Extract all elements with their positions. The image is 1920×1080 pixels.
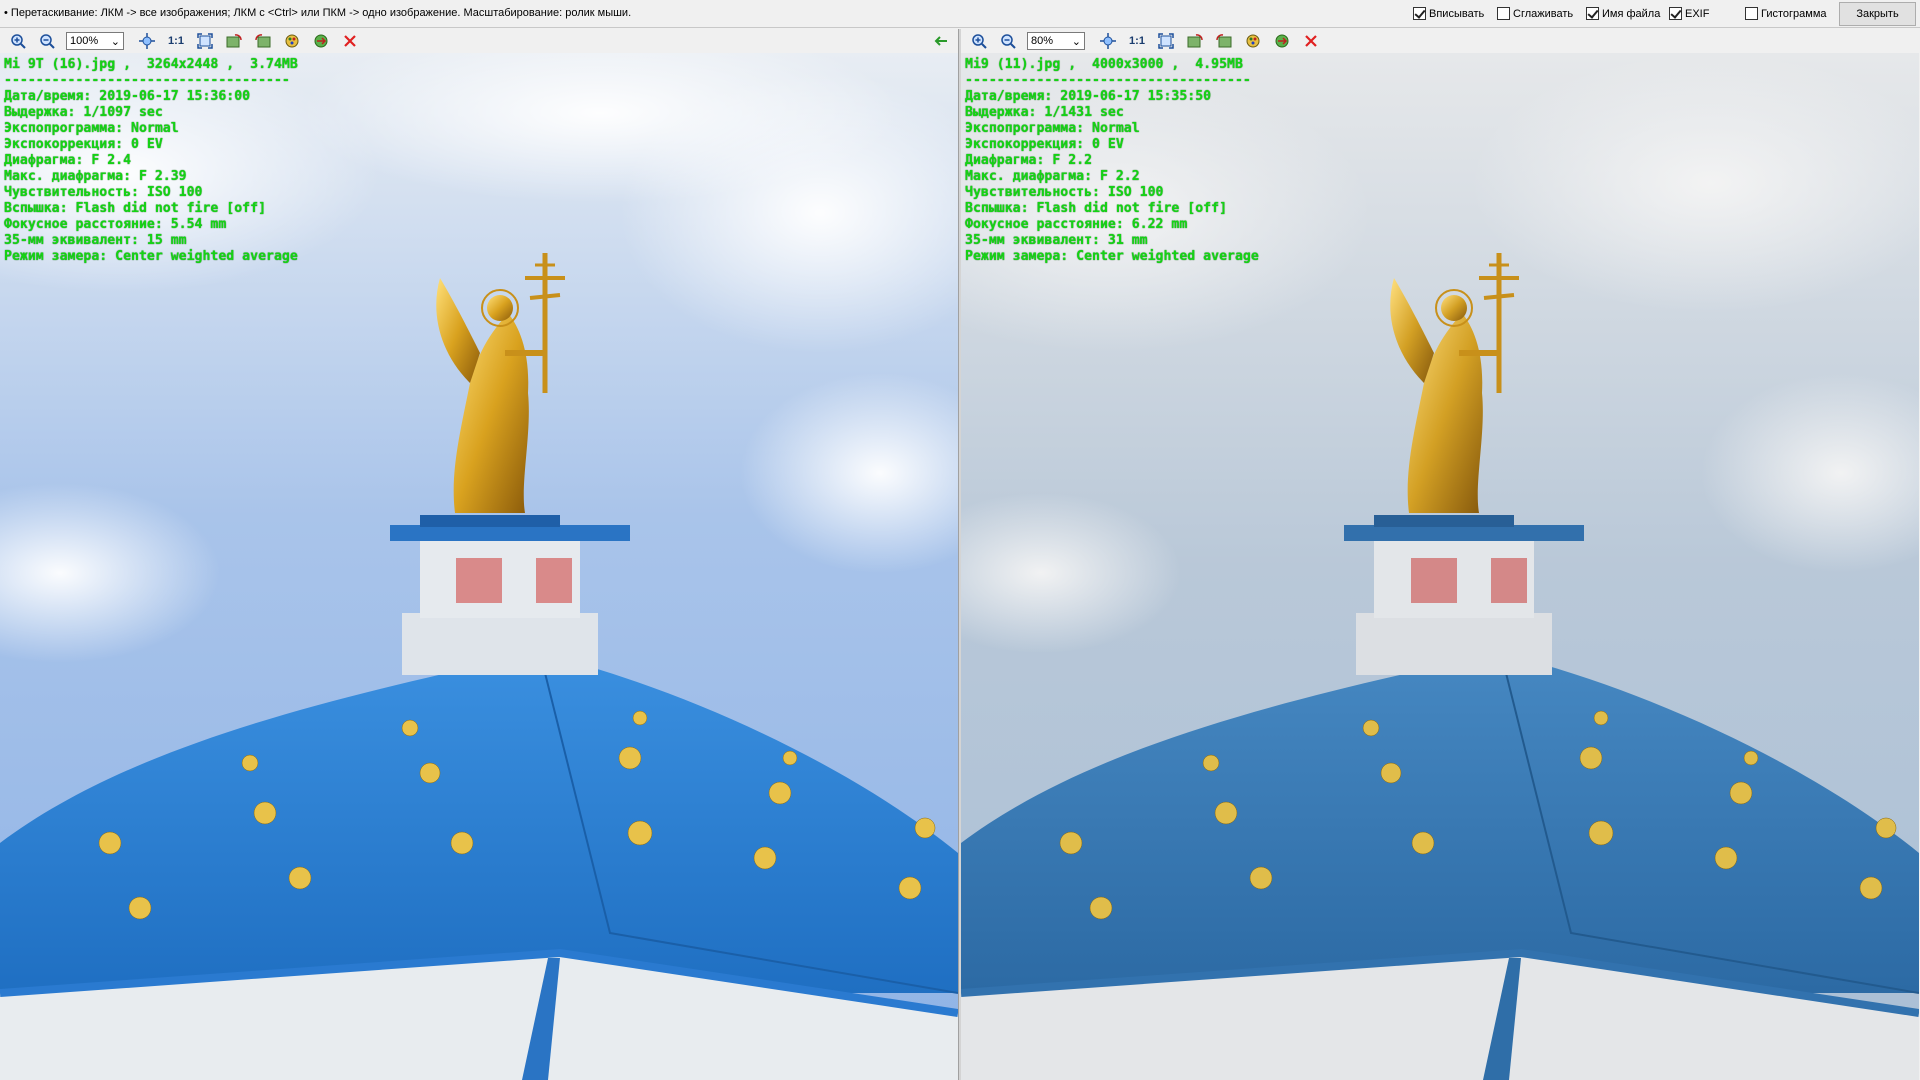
- zoom-value: 80%: [1031, 35, 1054, 47]
- exif-line: Диафрагма: F 2.4: [4, 153, 132, 168]
- fit-checkbox[interactable]: Вписывать: [1413, 7, 1484, 20]
- left-image-panel: 100% ⌄ 1:1 Mi 9T (16).jpg , 3264x2448 , …: [0, 29, 958, 1080]
- one-to-one-icon[interactable]: 1:1: [1125, 31, 1149, 51]
- close-button[interactable]: Закрыть: [1839, 2, 1916, 26]
- smooth-checkbox[interactable]: Сглаживать: [1497, 7, 1573, 20]
- exif-line: Чувствительность: ISO 100: [4, 185, 203, 200]
- close-x-icon[interactable]: [1299, 31, 1323, 51]
- exif-line: Диафрагма: F 2.2: [965, 153, 1093, 168]
- exif-line: 35-мм эквивалент: 31 mm: [965, 233, 1148, 248]
- palette-icon[interactable]: [1241, 31, 1265, 51]
- file-line: Mi9 (11).jpg , 4000x3000 , 4.95MB: [965, 57, 1243, 72]
- zoom-select[interactable]: 80% ⌄: [1027, 32, 1085, 50]
- exif-checkbox-label: EXIF: [1685, 7, 1710, 20]
- smooth-checkbox-label: Сглаживать: [1513, 7, 1574, 20]
- histogram-checkbox[interactable]: Гистограмма: [1745, 7, 1827, 20]
- exif-checkbox-box[interactable]: [1669, 7, 1682, 20]
- close-x-icon[interactable]: [338, 31, 362, 51]
- exif-line: Вспышка: Flash did not fire [off]: [965, 201, 1228, 216]
- exif-separator: ------------------------------------: [4, 73, 290, 88]
- chevron-down-icon: ⌄: [1071, 35, 1081, 48]
- filename-checkbox-label: Имя файла: [1602, 7, 1661, 20]
- file-line: Mi 9T (16).jpg , 3264x2448 , 3.74MB: [4, 57, 298, 72]
- image-compare-window: • Перетаскивание: ЛКМ -> все изображения…: [0, 0, 1920, 1080]
- exif-line: Экспопрограмма: Normal: [4, 121, 179, 136]
- rotate-left-icon[interactable]: [1183, 31, 1207, 51]
- exif-line: Выдержка: 1/1431 sec: [965, 105, 1124, 120]
- exif-line: 35-мм эквивалент: 15 mm: [4, 233, 187, 248]
- exif-line: Экспокоррекция: 0 EV: [965, 137, 1124, 152]
- exif-line: Макс. диафрагма: F 2.2: [965, 169, 1140, 184]
- right-image-panel: 80% ⌄ 1:1 Mi9 (11).jpg , 4000x3000 , 4.9…: [961, 29, 1919, 1080]
- fullscreen-icon[interactable]: [193, 31, 217, 51]
- zoom-in-icon[interactable]: [967, 31, 991, 51]
- one-to-one-icon[interactable]: 1:1: [164, 31, 188, 51]
- exif-separator: ------------------------------------: [965, 73, 1251, 88]
- chevron-down-icon: ⌄: [110, 35, 120, 48]
- exif-line: Дата/время: 2019-06-17 15:36:00: [4, 89, 251, 104]
- fit-checkbox-box[interactable]: [1413, 7, 1426, 20]
- top-bar: • Перетаскивание: ЛКМ -> все изображения…: [0, 0, 1920, 28]
- refresh-icon[interactable]: [1270, 31, 1294, 51]
- fit-checkbox-label: Вписывать: [1429, 7, 1485, 20]
- zoom-in-icon[interactable]: [6, 31, 30, 51]
- fit-icon[interactable]: [135, 31, 159, 51]
- exif-checkbox[interactable]: EXIF: [1669, 7, 1709, 20]
- usage-hint: • Перетаскивание: ЛКМ -> все изображения…: [4, 7, 632, 19]
- left-exif-overlay: Mi 9T (16).jpg , 3264x2448 , 3.74MB -----…: [4, 57, 298, 265]
- back-arrow-icon[interactable]: [930, 31, 952, 51]
- left-toolbar: 100% ⌄ 1:1: [0, 29, 958, 53]
- rotate-left-icon[interactable]: [222, 31, 246, 51]
- filename-checkbox[interactable]: Имя файла: [1586, 7, 1660, 20]
- exif-line: Макс. диафрагма: F 2.39: [4, 169, 187, 184]
- refresh-icon[interactable]: [309, 31, 333, 51]
- exif-line: Экспокоррекция: 0 EV: [4, 137, 163, 152]
- histogram-checkbox-box[interactable]: [1745, 7, 1758, 20]
- fit-icon[interactable]: [1096, 31, 1120, 51]
- exif-line: Фокусное расстояние: 5.54 mm: [4, 217, 227, 232]
- exif-line: Экспопрограмма: Normal: [965, 121, 1140, 136]
- right-toolbar: 80% ⌄ 1:1: [961, 29, 1919, 53]
- right-image-viewport[interactable]: Mi9 (11).jpg , 4000x3000 , 4.95MB -------…: [961, 53, 1919, 1080]
- fullscreen-icon[interactable]: [1154, 31, 1178, 51]
- histogram-checkbox-label: Гистограмма: [1761, 7, 1827, 20]
- exif-line: Выдержка: 1/1097 sec: [4, 105, 163, 120]
- right-exif-overlay: Mi9 (11).jpg , 4000x3000 , 4.95MB -------…: [965, 57, 1259, 265]
- zoom-out-icon[interactable]: [35, 31, 59, 51]
- exif-line: Чувствительность: ISO 100: [965, 185, 1164, 200]
- zoom-select[interactable]: 100% ⌄: [66, 32, 124, 50]
- exif-line: Режим замера: Center weighted average: [965, 249, 1259, 264]
- smooth-checkbox-box[interactable]: [1497, 7, 1510, 20]
- exif-line: Вспышка: Flash did not fire [off]: [4, 201, 267, 216]
- left-image-viewport[interactable]: Mi 9T (16).jpg , 3264x2448 , 3.74MB -----…: [0, 53, 958, 1080]
- filename-checkbox-box[interactable]: [1586, 7, 1599, 20]
- rotate-right-icon[interactable]: [251, 31, 275, 51]
- exif-line: Фокусное расстояние: 6.22 mm: [965, 217, 1188, 232]
- rotate-right-icon[interactable]: [1212, 31, 1236, 51]
- zoom-out-icon[interactable]: [996, 31, 1020, 51]
- exif-line: Дата/время: 2019-06-17 15:35:50: [965, 89, 1212, 104]
- zoom-value: 100%: [70, 35, 99, 47]
- palette-icon[interactable]: [280, 31, 304, 51]
- exif-line: Режим замера: Center weighted average: [4, 249, 298, 264]
